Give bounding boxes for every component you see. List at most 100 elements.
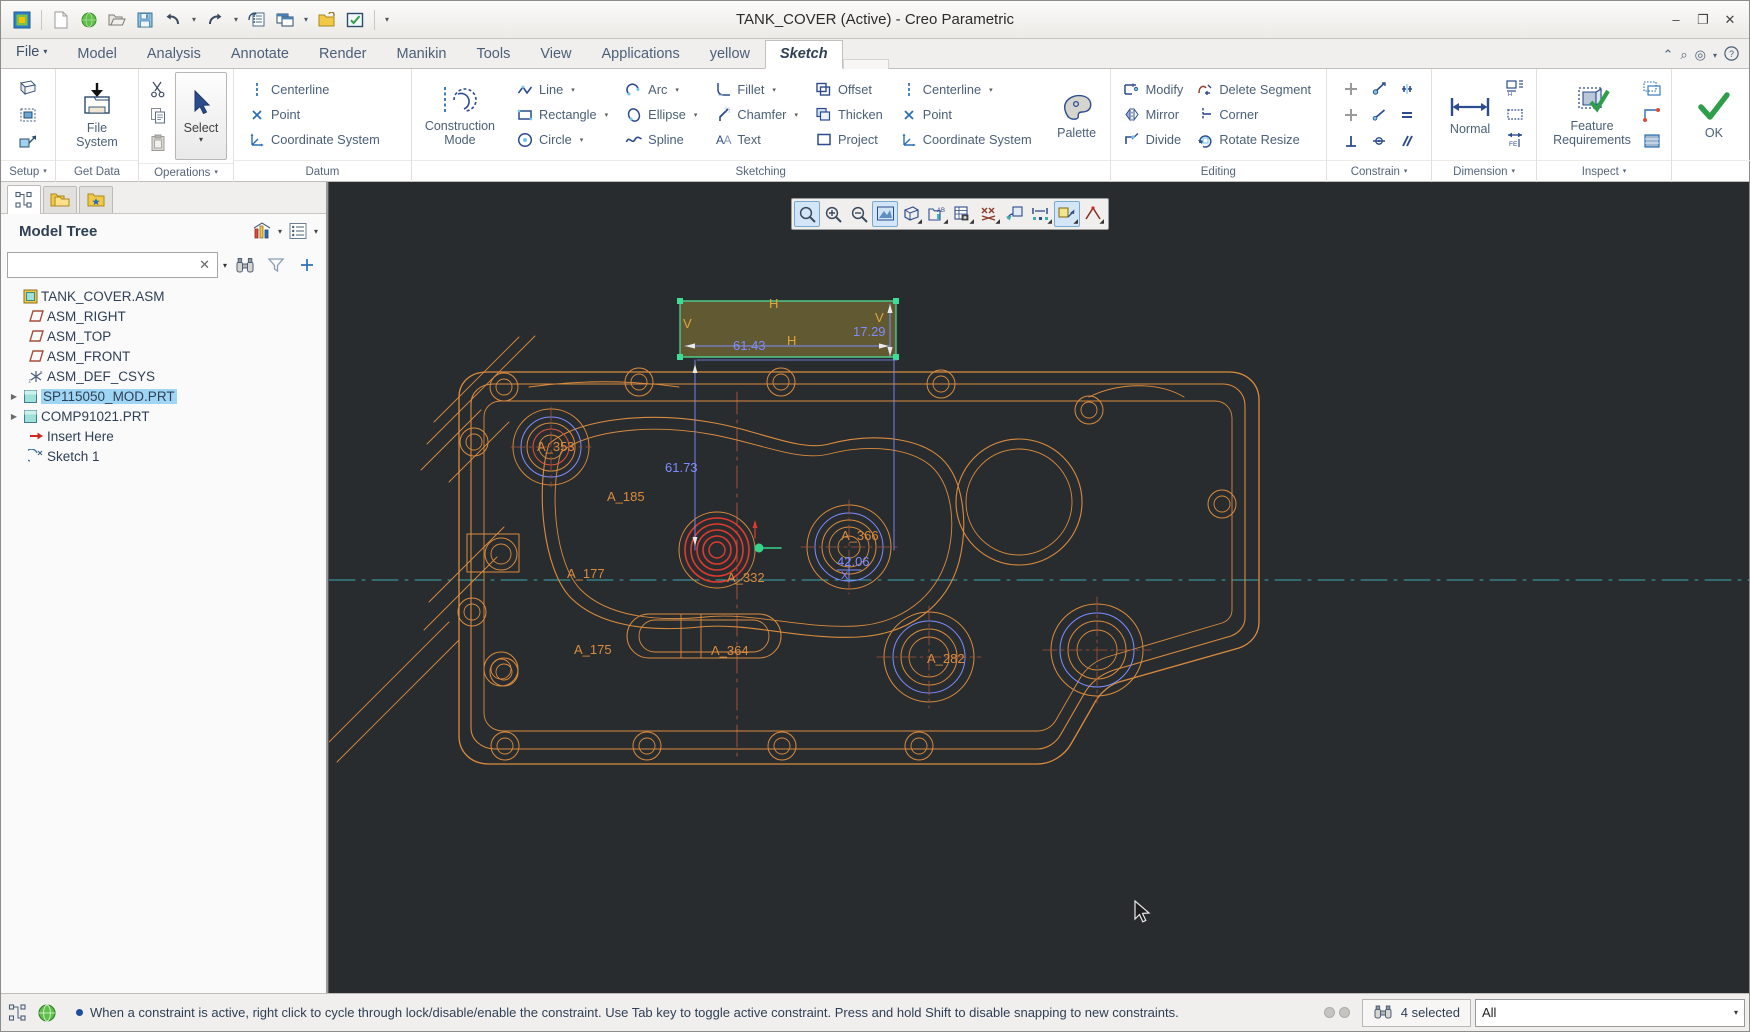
ribbon-group-label-get-data[interactable]: Get Data: [56, 160, 138, 182]
display-style-button[interactable]: ◢: [898, 201, 924, 227]
dim-display-corner-arrow[interactable]: ◢: [1099, 218, 1104, 225]
spline-button[interactable]: Spline: [621, 128, 704, 152]
refit-button[interactable]: [794, 201, 820, 227]
sketcher-constraints-button[interactable]: ◢: [1054, 201, 1080, 227]
feature-requirements-button[interactable]: Feature Requirements: [1545, 80, 1639, 150]
open-last-icon[interactable]: [314, 7, 340, 33]
tangent-constraint-icon[interactable]: [1337, 102, 1365, 128]
tree-node-sketch-1[interactable]: Sketch 1: [1, 446, 326, 466]
overlapping-geometry-icon[interactable]: [1641, 76, 1663, 102]
tab-manikin[interactable]: Manikin: [382, 40, 462, 68]
redo-icon[interactable]: [202, 7, 228, 33]
tab-yellow[interactable]: yellow: [695, 40, 765, 68]
tab-tools[interactable]: Tools: [461, 40, 525, 68]
ribbon-group-label-editing[interactable]: Editing: [1110, 160, 1327, 182]
symmetric-constraint-icon[interactable]: [1365, 128, 1393, 154]
open-web-icon[interactable]: [76, 7, 102, 33]
coincident-constraint-icon[interactable]: [1337, 128, 1365, 154]
file-system-button[interactable]: File System: [68, 78, 126, 152]
line-button[interactable]: Line ▾: [512, 78, 615, 102]
ellipse-dropdown-caret[interactable]: ▾: [694, 111, 698, 119]
vertical-constraint-icon[interactable]: [1337, 76, 1365, 102]
normal-dimension-button[interactable]: Normal: [1442, 91, 1498, 139]
cad-drawing[interactable]: H V V H 61.43 17.29 61.73 42.06 X A_353 …: [329, 182, 1749, 982]
ribbon-group-label-datum[interactable]: Datum: [234, 160, 411, 182]
ribbon-group-label-operations[interactable]: Operations: [139, 163, 233, 182]
sketch-orientation-button[interactable]: [1002, 201, 1028, 227]
status-tree-icon[interactable]: [5, 1000, 31, 1026]
funnel-icon[interactable]: [263, 252, 289, 278]
modify-button[interactable]: Modify: [1119, 78, 1191, 102]
mirror-button[interactable]: Mirror: [1119, 103, 1191, 127]
construction-mode-button[interactable]: Construction Mode: [416, 80, 504, 150]
undo-dropdown-caret[interactable]: ▾: [188, 15, 200, 24]
tree-node-tank-cover-asm[interactable]: TANK_COVER.ASM: [1, 286, 326, 306]
tab-overflow[interactable]: [842, 59, 889, 69]
divide-button[interactable]: Divide: [1119, 128, 1191, 152]
ribbon-group-label-constrain[interactable]: Constrain: [1327, 160, 1432, 182]
model-tree-tab[interactable]: [7, 185, 41, 214]
sketch-centerline-dropdown-caret[interactable]: ▾: [989, 86, 993, 94]
sketch-display-button[interactable]: ◢: [1028, 201, 1054, 227]
cut-icon[interactable]: [145, 76, 171, 102]
references-icon[interactable]: [15, 102, 41, 128]
ribbon-group-label-sketching[interactable]: Sketching: [411, 160, 1110, 182]
minimize-ribbon-icon[interactable]: ⌃: [1662, 47, 1673, 63]
tree-node-asm-front[interactable]: ASM_FRONT: [1, 346, 326, 366]
zoom-out-button[interactable]: [846, 201, 872, 227]
circle-button[interactable]: Circle ▾: [512, 128, 615, 152]
tree-node-sp115050-mod-prt[interactable]: ▶ SP115050_MOD.PRT: [1, 386, 326, 406]
save-icon[interactable]: [132, 7, 158, 33]
window-dropdown-caret[interactable]: ▾: [300, 15, 312, 24]
close-button[interactable]: ✕: [1717, 9, 1743, 31]
line-dropdown-caret[interactable]: ▾: [571, 86, 575, 94]
ellipse-button[interactable]: Ellipse ▾: [621, 103, 704, 127]
arc-button[interactable]: Arc ▾: [621, 78, 704, 102]
perpendicular-constraint-icon[interactable]: [1393, 76, 1421, 102]
chamfer-button[interactable]: Chamfer ▾: [710, 103, 805, 127]
tab-applications[interactable]: Applications: [587, 40, 695, 68]
tab-view[interactable]: View: [525, 40, 586, 68]
datum-centerline-button[interactable]: Centerline: [244, 78, 387, 102]
display-style-corner-arrow[interactable]: ◢: [917, 218, 922, 225]
model-tree[interactable]: TANK_COVER.ASM ASM_RIGHT ASM_TOP ASM_FRO…: [1, 282, 326, 993]
thicken-button[interactable]: Thicken: [811, 103, 890, 127]
delete-segment-button[interactable]: Delete Segment: [1192, 78, 1318, 102]
selection-filter-dropdown[interactable]: All ▾: [1475, 998, 1745, 1027]
search-icon[interactable]: ⌕: [1680, 47, 1687, 63]
sketcher-constraints-corner-arrow[interactable]: ◢: [1073, 218, 1078, 225]
tab-annotate[interactable]: Annotate: [216, 40, 304, 68]
palette-button[interactable]: Palette: [1049, 87, 1105, 143]
tree-node-asm-def-csys[interactable]: z x ASM_DEF_CSYS: [1, 366, 326, 386]
tab-model[interactable]: Model: [62, 40, 132, 68]
paste-icon[interactable]: [145, 130, 171, 156]
new-icon[interactable]: [48, 7, 74, 33]
highlight-open-ends-icon[interactable]: [1641, 102, 1663, 128]
search-input-wrapper[interactable]: ✕: [7, 252, 218, 278]
fillet-dropdown-caret[interactable]: ▾: [772, 86, 776, 94]
app-logo-icon[interactable]: [9, 7, 35, 33]
undo-icon[interactable]: [160, 7, 186, 33]
annotation-display-button[interactable]: AB ◢: [924, 201, 950, 227]
text-button[interactable]: AA Text: [710, 128, 805, 152]
midpoint-constraint-icon[interactable]: [1365, 102, 1393, 128]
select-button[interactable]: Select ▾: [175, 72, 227, 160]
window-switch-icon[interactable]: [272, 7, 298, 33]
tree-filters-icon[interactable]: [249, 218, 275, 244]
datum-point-button[interactable]: Point: [244, 103, 387, 127]
tree-settings-caret[interactable]: ▾: [314, 227, 318, 236]
tree-settings-icon[interactable]: [285, 218, 311, 244]
ribbon-group-label-dimension[interactable]: Dimension: [1432, 160, 1537, 182]
folder-browser-tab[interactable]: [43, 186, 77, 213]
select-button-caret[interactable]: ▾: [199, 135, 203, 144]
datum-display-button[interactable]: ◢: [976, 201, 1002, 227]
help-icon[interactable]: ?: [1724, 46, 1739, 64]
sketch-view-icon[interactable]: [15, 129, 41, 155]
tree-expander[interactable]: ▶: [7, 392, 21, 401]
ok-button[interactable]: OK: [1686, 87, 1742, 143]
clear-search-icon[interactable]: ✕: [196, 257, 213, 273]
sketch-csys-button[interactable]: Coordinate System: [896, 128, 1039, 152]
graphics-viewport[interactable]: ◢ AB ◢ ◢ ◢ ◢ ◢ ◢ H V V H 61.43 17.29 61.…: [328, 182, 1749, 993]
selection-filter-cell[interactable]: 4 selected: [1361, 998, 1471, 1027]
reference-dimension-icon[interactable]: FE: [1504, 128, 1526, 154]
